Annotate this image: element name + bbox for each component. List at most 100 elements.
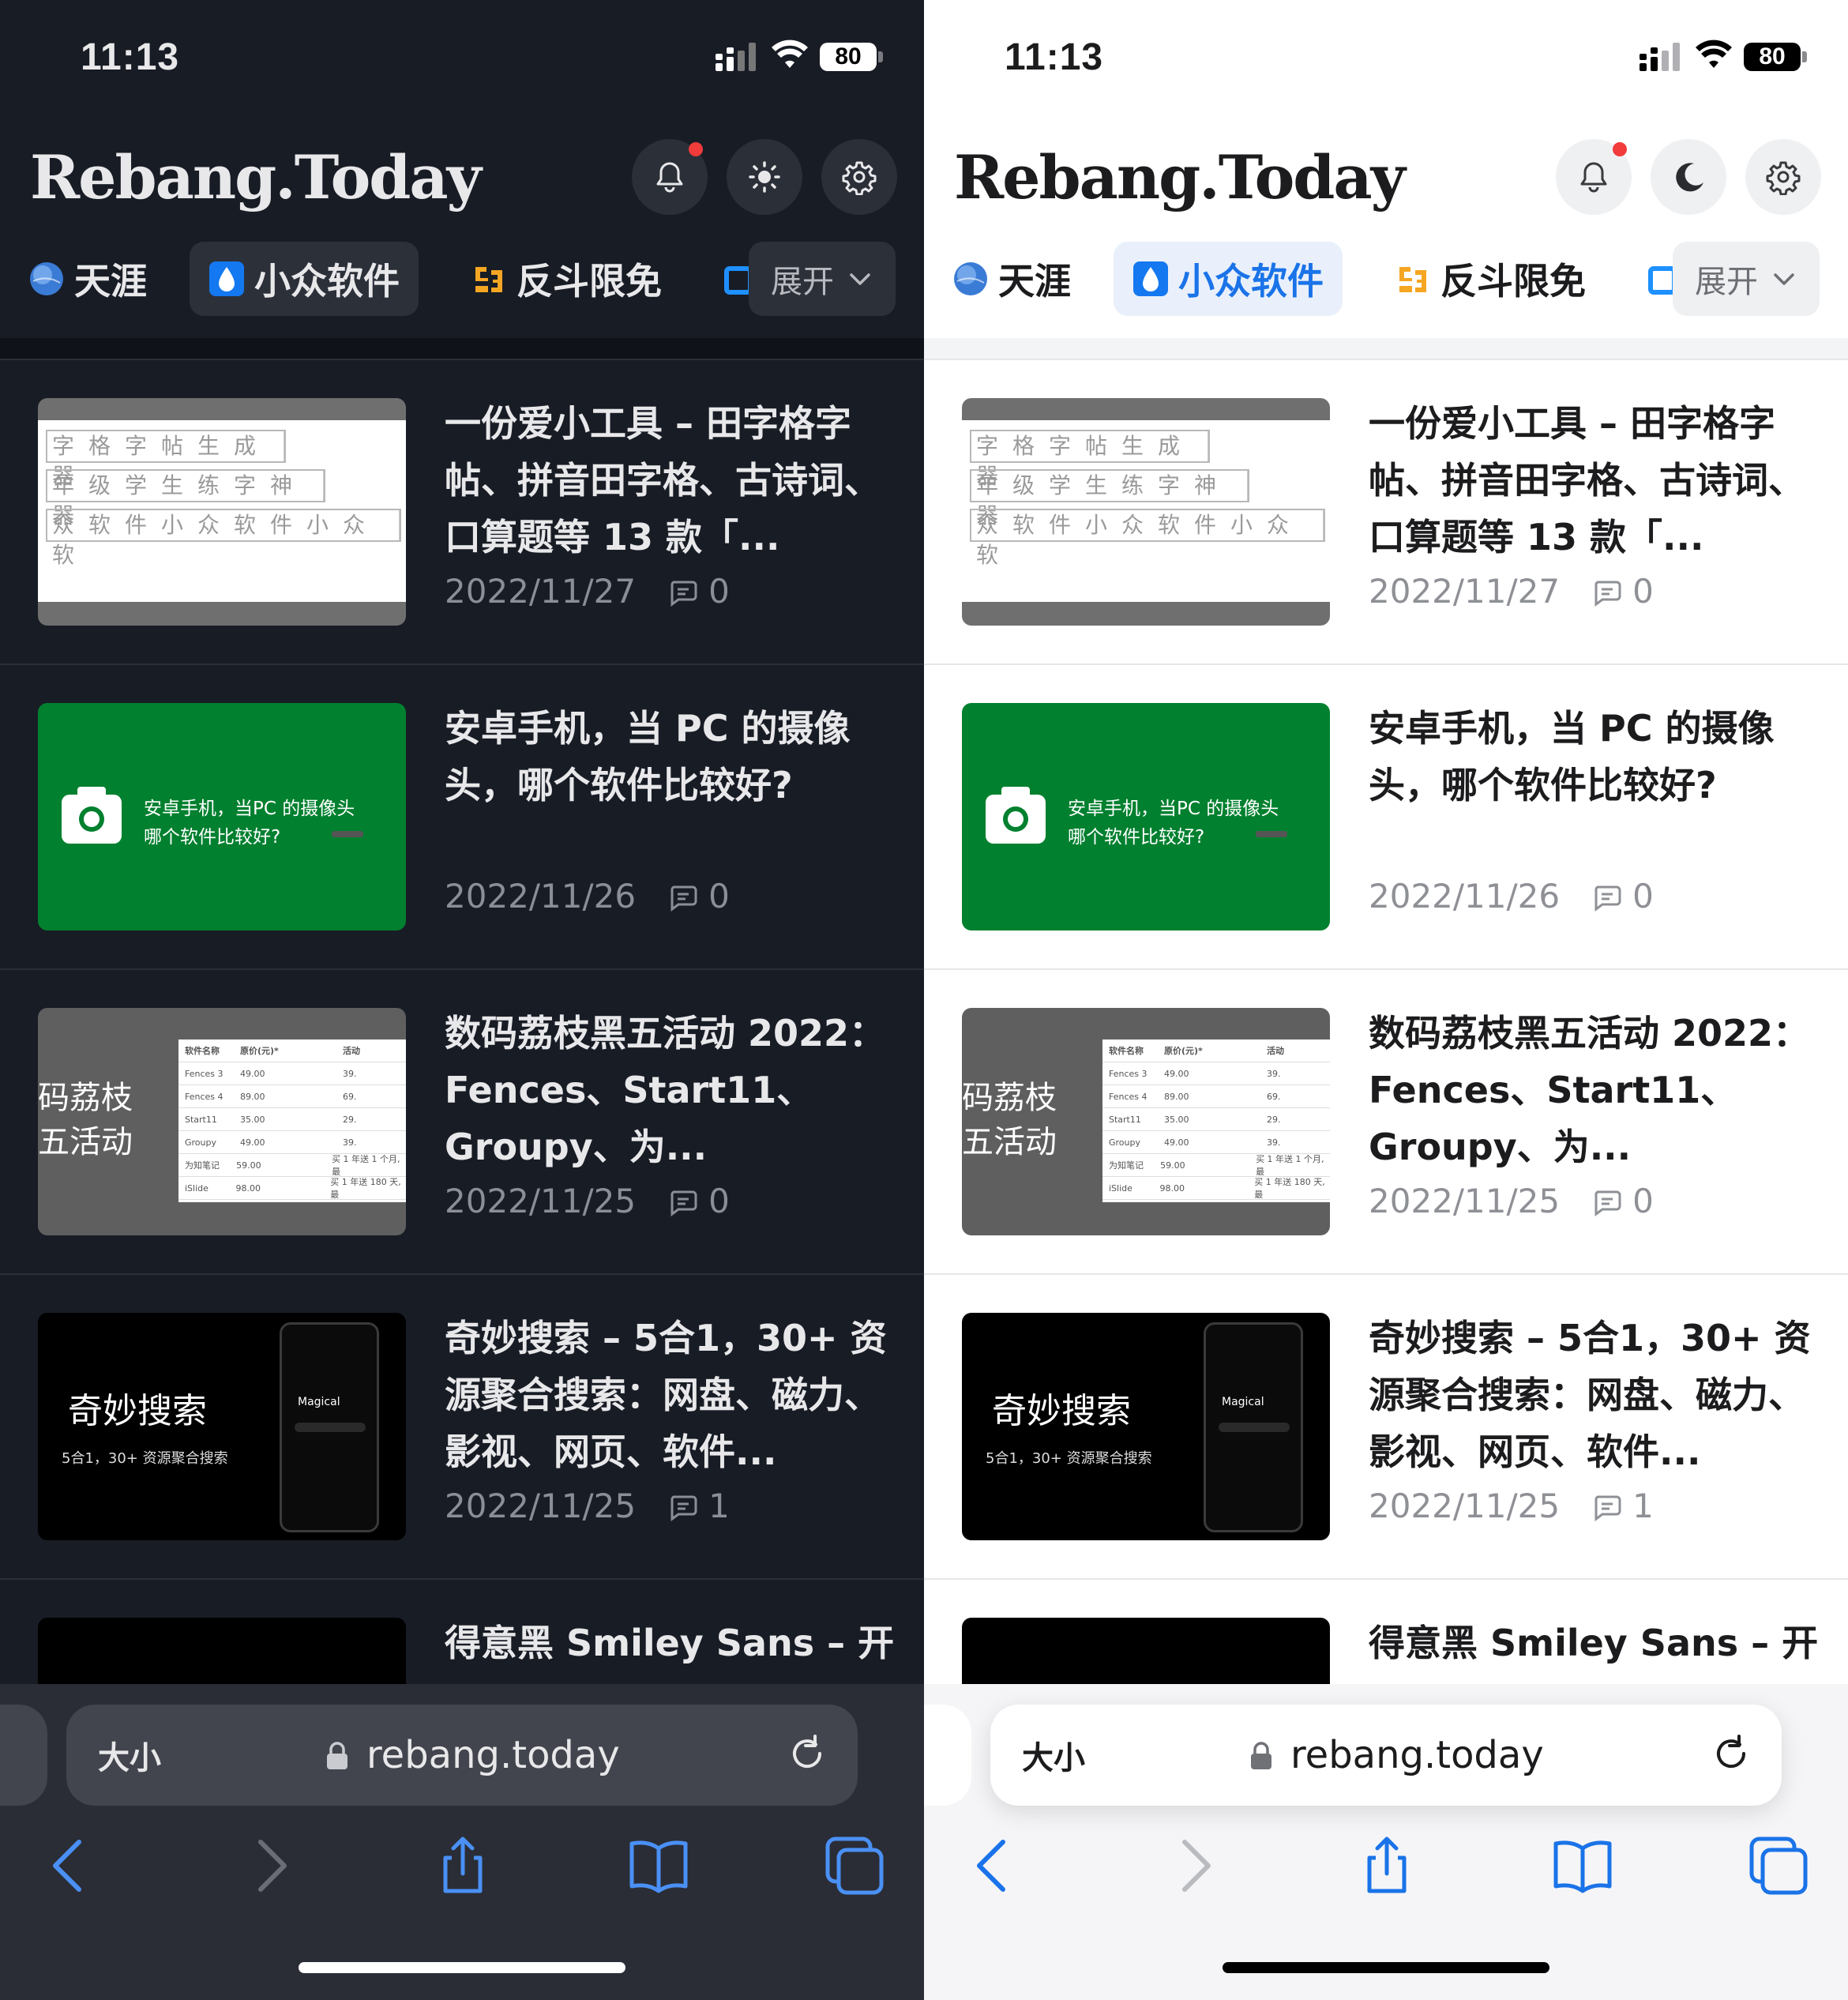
article-item[interactable]: 码荔枝 五活动 软件名称 原价(元)* 活动 Fences 3 49.00 39. Fe… [0,968,924,1273]
article-item[interactable]: 码荔枝 五活动 软件名称 原价(元)* 活动 Fences 3 49.00 39. Fe… [924,968,1848,1273]
tab-fandou[interactable]: 反斗限免 [471,242,662,316]
thumb-text: 奇妙搜索 [68,1391,207,1431]
comment-count: 0 [1632,1182,1654,1220]
browser-toolbar: 大小 rebang.today [924,1684,1848,2000]
article-item[interactable]: 字格字帖生成器 年级学生练字神器 众软件小众软件小众软 一份爱小工具 – 田字格… [0,359,924,664]
article-meta: 2022/11/27 0 [445,572,730,611]
theme-toggle-button[interactable] [1651,139,1726,215]
grid-text: 年级学生练字神器 [47,471,324,528]
comment-icon [1594,885,1621,912]
light-mode-screen: 11:13 80 Rebang.Today 天涯 小众软件 反斗限免 展开 字格… [924,0,1848,2000]
site-logo[interactable]: Rebang.Today [30,142,482,212]
theme-toggle-button[interactable] [727,139,802,215]
tab-fandou[interactable]: 反斗限免 [1395,242,1586,316]
category-tabs: 天涯 小众软件 反斗限免 展开 [924,242,1848,324]
article-item[interactable]: 奇妙搜索 5合1，30+ 资源聚合搜索 Magical 奇妙搜索 – 5合1，3… [924,1273,1848,1578]
share-icon[interactable] [1355,1834,1418,1897]
gear-icon [842,161,877,195]
table-header: 软件名称 原价(元)* 活动 [178,1039,406,1062]
article-title[interactable]: 一份爱小工具 – 田字格字帖、拼音田字格、古诗词、口算题等 13 款「... [1369,395,1819,566]
gear-icon [1766,161,1801,195]
table-cell: 原价(元)* [240,1046,279,1056]
status-time: 11:13 [81,36,180,78]
article-title[interactable]: 一份爱小工具 – 田字格字帖、拼音田字格、古诗词、口算题等 13 款「... [445,395,895,566]
article-title[interactable]: 数码荔枝黑五活动 2022：Fences、Start11、Groupy、为... [445,1005,895,1175]
address-bar[interactable]: 大小 rebang.today [990,1705,1782,1806]
status-time: 11:13 [1005,36,1104,78]
wifi-icon [772,39,808,68]
expand-tabs-button[interactable]: 展开 [1673,242,1820,316]
bookmarks-icon[interactable] [627,1834,690,1897]
bell-icon [1580,162,1607,193]
settings-button[interactable] [1745,139,1821,215]
tabs-icon[interactable] [823,1834,886,1897]
table-cell: 为知笔记 [185,1160,220,1171]
tab-xiaozhong[interactable]: 小众软件 [190,242,419,316]
forward-icon[interactable] [1161,1834,1224,1897]
previous-tab-preview[interactable] [924,1705,971,1806]
browser-toolbar: 大小 rebang.today [0,1684,924,2000]
thumb-bar [332,831,363,837]
phone-mockup: Magical [280,1322,379,1532]
tab-xiaozhong[interactable]: 小众软件 [1114,242,1343,316]
article-title[interactable]: 安卓手机，当 PC 的摄像头，哪个软件比较好? [1369,700,1819,870]
header-divider [0,338,924,360]
article-thumbnail: 字格字帖生成器 年级学生练字神器 众软件小众软件小众软 [38,398,406,626]
article-item[interactable]: 奇妙搜索 5合1，30+ 资源聚合搜索 Magical 奇妙搜索 – 5合1，3… [0,1273,924,1578]
tabs-icon[interactable] [1747,1834,1810,1897]
comment-icon [1594,581,1621,607]
comment-count: 0 [708,1182,730,1220]
thumb-text: 码荔枝 [38,1080,133,1116]
previous-tab-preview[interactable] [0,1705,47,1806]
camera-icon [62,787,122,844]
reader-settings-button[interactable]: 大小 [98,1732,161,1778]
article-item[interactable]: 安卓手机，当PC 的摄像头 哪个软件比较好? 安卓手机，当 PC 的摄像头，哪个… [0,664,924,968]
reload-icon[interactable] [783,1730,831,1777]
article-title[interactable]: 奇妙搜索 – 5合1，30+ 资源聚合搜索：网盘、磁力、影视、网页、软件... [445,1310,895,1480]
table-cell: iSlide [185,1182,208,1194]
article-title[interactable]: 数码荔枝黑五活动 2022：Fences、Start11、Groupy、为... [1369,1005,1819,1175]
header-divider [924,338,1848,360]
article-thumbnail: 字格字帖生成器 年级学生练字神器 众软件小众软件小众软 [962,398,1330,626]
tab-tianya[interactable]: 天涯 [952,242,1071,316]
article-date: 2022/11/25 [1369,1182,1561,1220]
table-cell: 为知笔记 [1109,1160,1144,1171]
table-row: Fences 3 49.00 39. [178,1062,406,1085]
thumb-text: 5合1，30+ 资源聚合搜索 [62,1450,228,1467]
article-item[interactable]: 字格字帖生成器 年级学生练字神器 众软件小众软件小众软 一份爱小工具 – 田字格… [924,359,1848,664]
back-icon[interactable] [963,1834,1027,1897]
site-logo[interactable]: Rebang.Today [954,142,1406,212]
droplet-icon [1133,261,1168,296]
article-date: 2022/11/26 [1369,877,1561,915]
article-title[interactable]: 奇妙搜索 – 5合1，30+ 资源聚合搜索：网盘、磁力、影视、网页、软件... [1369,1310,1819,1480]
thumb-text: 安卓手机，当PC 的摄像头 [1068,799,1279,819]
table-cell: 49.00 [1164,1068,1189,1079]
article-item[interactable]: 安卓手机，当PC 的摄像头 哪个软件比较好? 安卓手机，当 PC 的摄像头，哪个… [924,664,1848,968]
comment-icon [1594,1190,1621,1216]
article-date: 2022/11/26 [445,877,637,915]
reader-settings-button[interactable]: 大小 [1022,1732,1085,1778]
table-row: Fences 4 89.00 69. [1102,1085,1330,1108]
article-title[interactable]: 安卓手机，当 PC 的摄像头，哪个软件比较好? [445,700,895,870]
globe-icon [954,262,987,295]
settings-button[interactable] [821,139,897,215]
table-cell: 98.00 [1159,1182,1185,1194]
url-text[interactable]: rebang.today [1290,1733,1544,1777]
tab-tianya[interactable]: 天涯 [28,242,147,316]
table-cell: 活动 [343,1046,360,1056]
url-text[interactable]: rebang.today [366,1733,620,1777]
back-icon[interactable] [39,1834,103,1897]
address-bar[interactable]: 大小 rebang.today [66,1705,858,1806]
forward-icon[interactable] [237,1834,300,1897]
table-cell: 49.00 [1164,1137,1189,1148]
search-bar-mockup [1219,1423,1290,1432]
reload-icon[interactable] [1707,1730,1755,1777]
bookmarks-icon[interactable] [1551,1834,1614,1897]
article-thumbnail: 安卓手机，当PC 的摄像头 哪个软件比较好? [962,703,1330,930]
table-cell: iSlide [1109,1182,1132,1194]
copybook-row: 众软件小众软件小众软 [970,509,1325,568]
share-icon[interactable] [431,1834,494,1897]
table-row: Fences 4 89.00 69. [178,1085,406,1108]
article-date: 2022/11/25 [445,1487,637,1525]
expand-tabs-button[interactable]: 展开 [749,242,896,316]
